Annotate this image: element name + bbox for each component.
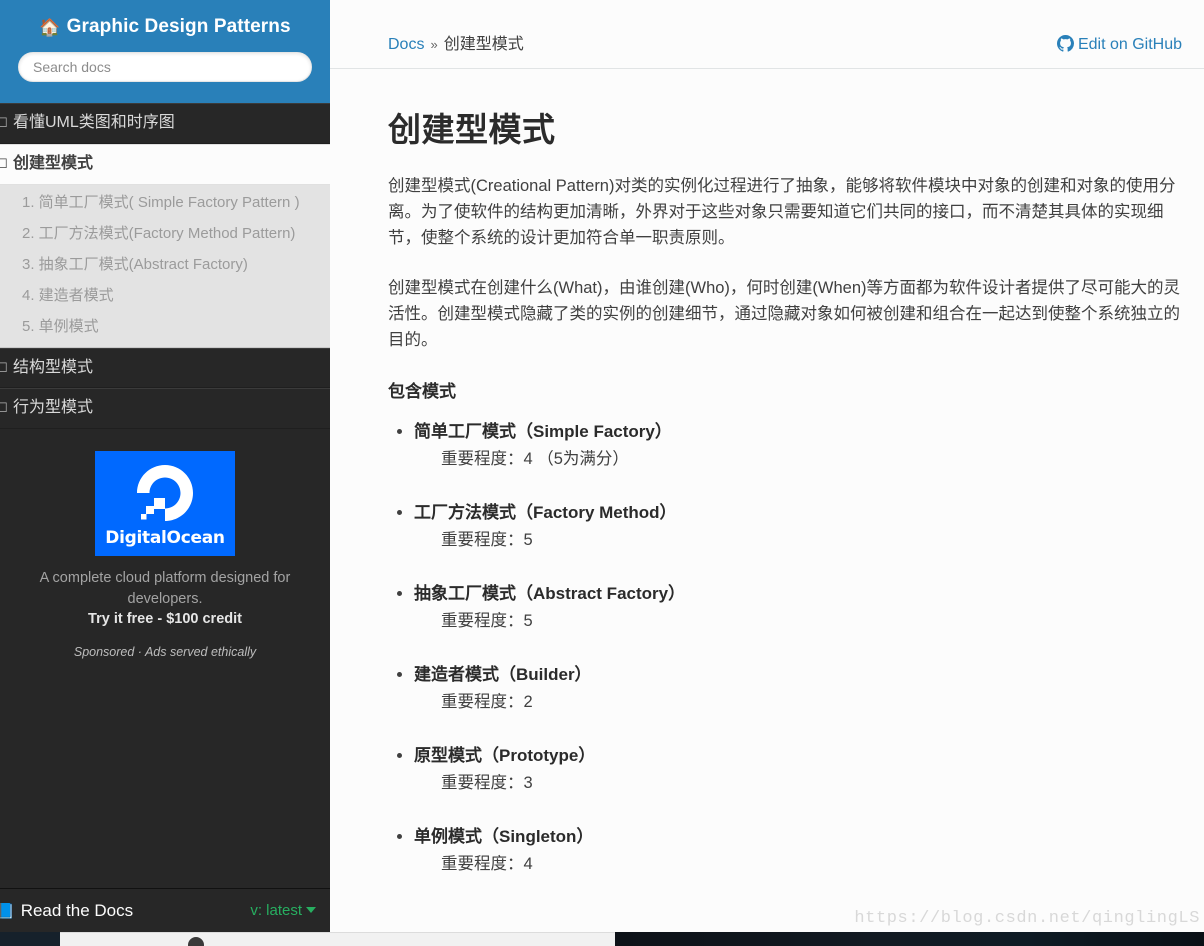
book-icon: ☐	[0, 359, 8, 375]
edit-on-github-link[interactable]: Edit on GitHub	[1056, 35, 1182, 54]
list-item: 工厂方法模式（Factory Method） 重要程度：5	[397, 501, 1180, 552]
sidebar-header: 🏠 Graphic Design Patterns	[0, 0, 330, 103]
section-heading-included-patterns: 包含模式	[388, 382, 456, 402]
pattern-rating: 重要程度：4 （5为满分）	[441, 450, 629, 469]
version-label: v: latest	[250, 902, 302, 919]
search-input[interactable]	[18, 52, 312, 82]
sidebar-item-structural[interactable]: ☐ 结构型模式	[0, 347, 330, 389]
paragraph-intro-2: 创建型模式在创建什么(What)，由谁创建(Who)，何时创建(When)等方面…	[388, 279, 1181, 350]
edit-on-github-label: Edit on GitHub	[1077, 36, 1182, 53]
brand-link[interactable]: 🏠 Graphic Design Patterns	[0, 0, 330, 52]
sidebar-item-behavioral[interactable]: ☐ 行为型模式	[0, 388, 330, 430]
chevron-down-icon	[306, 907, 316, 913]
pattern-rating: 重要程度：5	[441, 531, 533, 550]
sidebar-subitem-abstract-factory[interactable]: 3. 抽象工厂模式(Abstract Factory)	[0, 249, 330, 280]
pattern-name-en: （Factory Method）	[516, 503, 677, 523]
digitalocean-mark-icon	[137, 465, 193, 522]
pattern-name-cn: 建造者模式	[414, 665, 499, 685]
breadcrumb-current: 创建型模式	[443, 36, 524, 53]
sidebar: 🏠 Graphic Design Patterns ☐ 看懂UML类图和时序图 ☐ 创…	[0, 0, 330, 932]
breadcrumb-docs-link[interactable]: Docs	[388, 36, 424, 54]
list-item: 建造者模式（Builder） 重要程度：2	[397, 663, 1180, 714]
book-icon: ☐	[0, 400, 8, 416]
sidebar-subitem-simple-factory[interactable]: 1. 简单工厂模式( Simple Factory Pattern )	[0, 187, 330, 218]
ad-cta[interactable]: Try it free - $100 credit	[16, 611, 314, 627]
pattern-title: 抽象工厂模式（Abstract Factory）	[414, 582, 1180, 606]
digitalocean-wordmark: DigitalOcean	[105, 528, 225, 549]
sidebar-footer: 📘 Read the Docs v: latest	[0, 888, 330, 932]
brand-title: Graphic Design Patterns	[66, 16, 291, 37]
avatar	[188, 937, 204, 946]
list-item: 简单工厂模式（Simple Factory） 重要程度：4 （5为满分）	[397, 420, 1180, 471]
sidebar-subnav: 1. 简单工厂模式( Simple Factory Pattern ) 2. 工…	[0, 184, 330, 348]
pattern-name-cn: 简单工厂模式	[414, 422, 516, 442]
sidebar-item-uml[interactable]: ☐ 看懂UML类图和时序图	[0, 103, 330, 144]
background-window-right	[615, 932, 1204, 946]
ad-description: A complete cloud platform designed for d…	[39, 570, 291, 608]
ad-disclosure: Sponsored · Ads served ethically	[73, 645, 257, 660]
home-icon: 🏠	[39, 18, 61, 37]
background-window-left	[0, 932, 60, 946]
sponsor-ad[interactable]: DigitalOcean A complete cloud platform d…	[0, 429, 330, 669]
search-form	[0, 52, 330, 82]
pattern-title: 工厂方法模式（Factory Method）	[414, 501, 1180, 525]
breadcrumb-separator: »	[430, 37, 438, 52]
sidebar-subitem-builder[interactable]: 4. 建造者模式	[0, 280, 330, 311]
sidebar-subitem-singleton[interactable]: 5. 单例模式	[0, 311, 330, 342]
read-the-docs-label[interactable]: 📘 Read the Docs	[0, 901, 133, 921]
paragraph-intro-1: 创建型模式(Creational Pattern)对类的实例化过程进行了抽象，能…	[388, 177, 1176, 248]
book-icon: ☐	[0, 155, 8, 171]
sidebar-item-label: 看懂UML类图和时序图	[13, 114, 175, 131]
pattern-name-cn: 单例模式	[414, 826, 482, 846]
pattern-name-en: （Abstract Factory）	[516, 584, 686, 604]
sidebar-item-label: 行为型模式	[13, 399, 94, 417]
book-icon: 📘	[0, 902, 15, 920]
digitalocean-logo[interactable]: DigitalOcean	[95, 451, 235, 557]
pattern-name-en: （Singleton）	[482, 826, 594, 846]
pattern-name-en: （Prototype）	[482, 745, 596, 765]
pattern-title: 简单工厂模式（Simple Factory）	[414, 420, 1180, 444]
pattern-title: 单例模式（Singleton）	[414, 825, 1180, 849]
book-icon: ☐	[0, 115, 8, 130]
pattern-name-en: （Builder）	[499, 665, 592, 685]
github-icon	[1056, 35, 1074, 52]
pattern-title: 原型模式（Prototype）	[414, 744, 1180, 768]
pattern-rating: 重要程度：4	[441, 854, 533, 873]
page-root: 🏠 Graphic Design Patterns ☐ 看懂UML类图和时序图 ☐ 创…	[0, 0, 1204, 946]
main-content: Docs » 创建型模式 Edit on GitHub 创建型模式 创建型模式(…	[330, 0, 1204, 932]
pattern-name-cn: 原型模式	[414, 745, 482, 765]
sidebar-item-label: 创建型模式	[13, 154, 94, 172]
page-title: 创建型模式	[388, 111, 556, 148]
list-item: 原型模式（Prototype） 重要程度：3	[397, 744, 1180, 795]
version-selector[interactable]: v: latest	[250, 902, 316, 919]
read-the-docs-text: Read the Docs	[20, 900, 134, 920]
pattern-rating: 重要程度：3	[441, 773, 533, 792]
pattern-name-cn: 抽象工厂模式	[414, 584, 516, 604]
pattern-name-cn: 工厂方法模式	[414, 503, 516, 523]
sidebar-subitem-factory-method[interactable]: 2. 工厂方法模式(Factory Method Pattern)	[0, 218, 330, 249]
list-item: 单例模式（Singleton） 重要程度：4	[397, 825, 1180, 876]
sidebar-nav: ☐ 看懂UML类图和时序图 ☐ 创建型模式 1. 简单工厂模式( Simple Fa…	[0, 103, 330, 430]
pattern-rating: 重要程度：5	[441, 611, 533, 630]
pattern-title: 建造者模式（Builder）	[414, 663, 1180, 687]
list-item: 抽象工厂模式（Abstract Factory） 重要程度：5	[397, 582, 1180, 633]
pattern-list: 简单工厂模式（Simple Factory） 重要程度：4 （5为满分） 工厂方…	[388, 420, 1180, 875]
sidebar-item-creational[interactable]: ☐ 创建型模式	[0, 143, 330, 185]
document-body: 创建型模式 创建型模式(Creational Pattern)对类的实例化过程进…	[330, 69, 1204, 876]
sidebar-item-label: 结构型模式	[13, 358, 94, 376]
breadcrumb: Docs » 创建型模式 Edit on GitHub	[330, 0, 1204, 69]
pattern-rating: 重要程度：2	[441, 692, 533, 711]
pattern-name-en: （Simple Factory）	[516, 422, 672, 442]
background-window-panel	[60, 932, 615, 946]
background-window-strip	[0, 932, 1204, 946]
